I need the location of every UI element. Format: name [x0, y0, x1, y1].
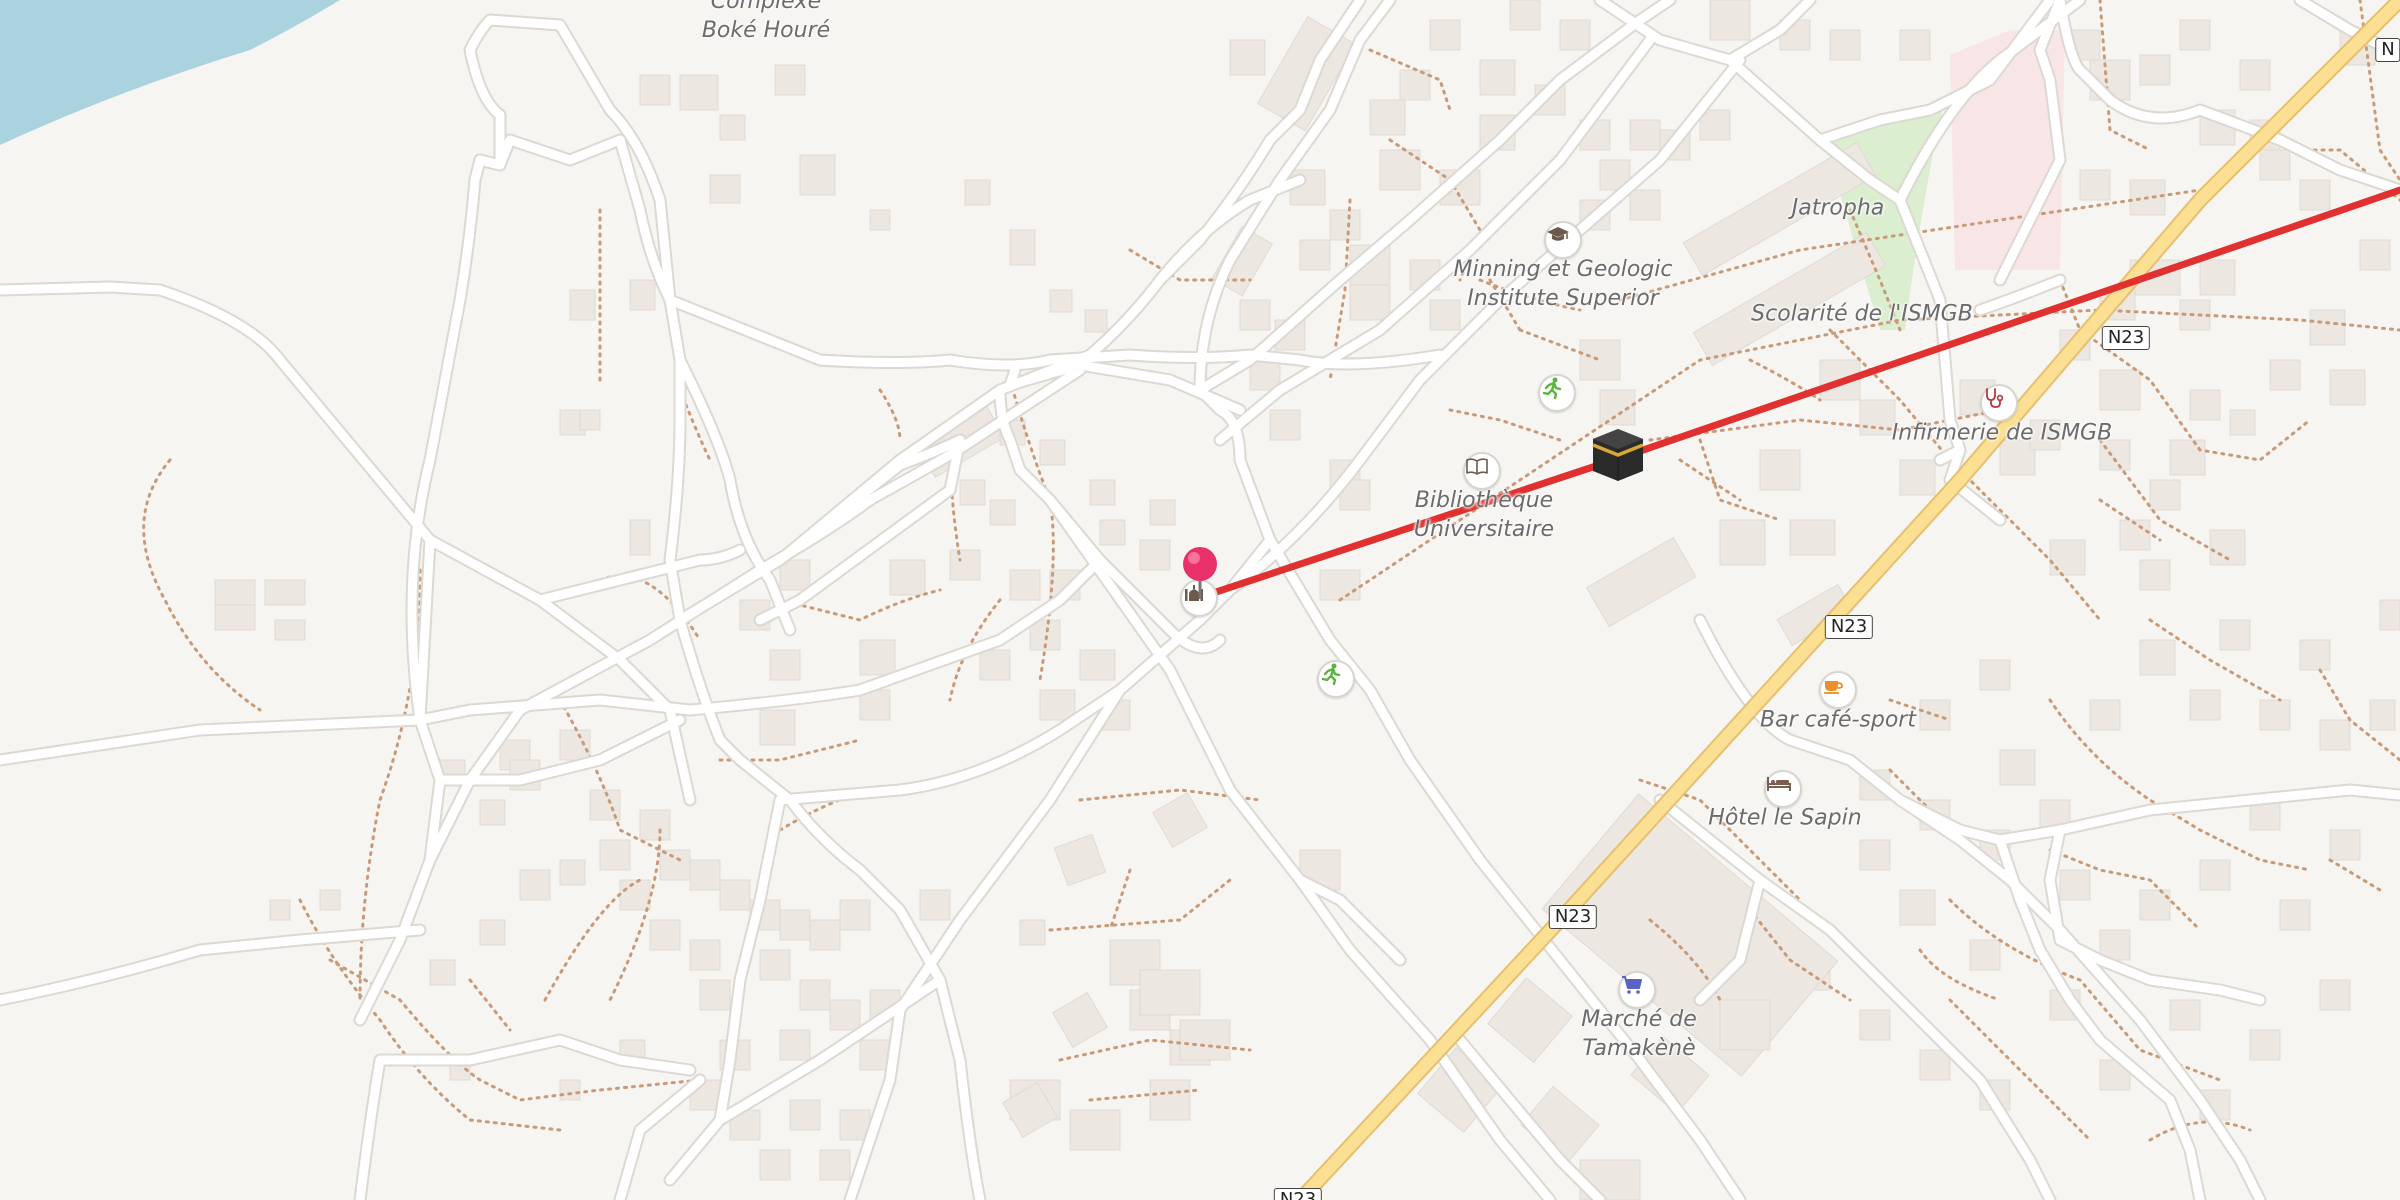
shopping-cart-icon[interactable]	[1618, 971, 1656, 1009]
graduation-cap-glyph	[1547, 227, 1569, 241]
running-person-glyph	[1542, 377, 1562, 400]
river-water	[0, 0, 340, 145]
bed-icon[interactable]	[1764, 770, 1802, 808]
label-line: Boké Houré	[701, 18, 831, 43]
running-person-glyph	[1321, 663, 1341, 686]
stethoscope-glyph	[1986, 388, 2004, 408]
map-canvas[interactable]: Complexe Boké Houré Minning et Geologic …	[0, 0, 2400, 1200]
road-shield-n: N	[2375, 38, 2400, 62]
road-shield-n23: N23	[1824, 615, 1874, 639]
running-person-icon[interactable]	[1317, 660, 1355, 698]
label-line: Institute Superior	[1467, 286, 1659, 311]
road-shield-n23: N23	[1548, 905, 1598, 929]
label-bar-cafe-sport: Bar café-sport	[1760, 707, 1916, 733]
map-pin-glyph	[1183, 547, 1217, 599]
running-person-icon[interactable]	[1538, 374, 1576, 412]
label-line: Complexe	[710, 0, 822, 14]
label-line: Universitaire	[1413, 517, 1555, 542]
label-line: Tamakènè	[1582, 1036, 1696, 1061]
stethoscope-icon[interactable]	[1980, 384, 2018, 422]
open-book-glyph	[1466, 458, 1488, 475]
graduation-cap-icon[interactable]	[1544, 221, 1582, 259]
coffee-cup-glyph	[1824, 681, 1843, 694]
kaaba-icon[interactable]	[1590, 425, 1646, 485]
coffee-cup-icon[interactable]	[1819, 671, 1857, 709]
label-jatropha: Jatropha	[1791, 195, 1885, 221]
road-shield-n23: N23	[2101, 326, 2151, 350]
road-shield-n23: N23	[1273, 1188, 1323, 1200]
label-scolarite: Scolarité de l'ISMGB	[1751, 301, 1973, 327]
shopping-cart-glyph	[1622, 976, 1642, 994]
label-marche-tamakene: Marché de Tamakènè	[1581, 1005, 1697, 1063]
open-book-icon[interactable]	[1463, 452, 1501, 490]
bed-glyph	[1767, 777, 1791, 791]
label-infirmerie: Infirmerie de ISMGB	[1891, 420, 2113, 446]
label-line: Bibliothèque	[1414, 488, 1554, 513]
label-line: Marché de	[1581, 1007, 1697, 1032]
map-pin-icon[interactable]	[1180, 545, 1220, 601]
label-bibliotheque: Bibliothèque Universitaire	[1414, 486, 1554, 544]
label-minning-institute: Minning et Geologic Institute Superior	[1454, 255, 1673, 313]
label-line: Minning et Geologic	[1453, 257, 1673, 282]
kaaba-glyph	[1592, 429, 1644, 481]
label-complexe-boke-houre: Complexe Boké Houré	[702, 0, 830, 45]
